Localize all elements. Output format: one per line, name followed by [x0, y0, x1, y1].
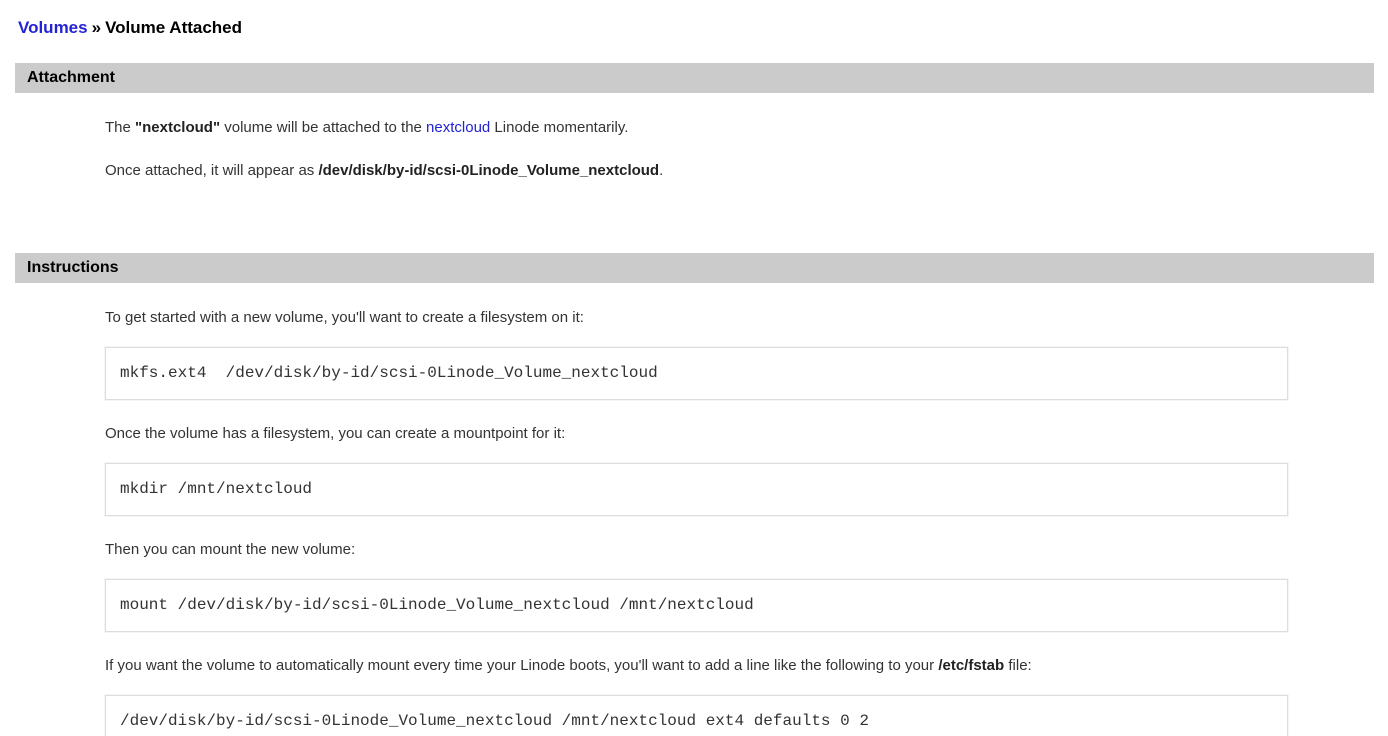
fstab-path: /etc/fstab — [938, 657, 1004, 674]
instructions-section-header: Instructions — [15, 253, 1374, 283]
volume-name: "nextcloud" — [135, 119, 220, 136]
attachment-status-line: The "nextcloud" volume will be attached … — [105, 118, 1288, 137]
volume-attached-page: Volumes»Volume Attached Attachment The "… — [0, 0, 1388, 736]
mkdir-command-codebox: mkdir /mnt/nextcloud — [105, 463, 1288, 516]
attachment-section-body: The "nextcloud" volume will be attached … — [15, 93, 1374, 201]
text-segment: If you want the volume to automatically … — [105, 657, 938, 674]
attachment-section-title: Attachment — [27, 69, 115, 86]
breadcrumb-separator: » — [92, 18, 101, 37]
attachment-device-line: Once attached, it will appear as /dev/di… — [105, 161, 1288, 180]
text-segment: The — [105, 119, 135, 136]
breadcrumb-current-page: Volume Attached — [105, 18, 242, 37]
text-segment: Once attached, it will appear as — [105, 162, 318, 179]
text-segment: volume will be attached to the — [220, 119, 426, 136]
device-path: /dev/disk/by-id/scsi-0Linode_Volume_next… — [318, 162, 659, 179]
mount-command-codebox: mount /dev/disk/by-id/scsi-0Linode_Volum… — [105, 579, 1288, 632]
instructions-step2-text: Once the volume has a filesystem, you ca… — [105, 424, 1288, 443]
breadcrumb: Volumes»Volume Attached — [18, 18, 1374, 38]
mkfs-command-codebox: mkfs.ext4 /dev/disk/by-id/scsi-0Linode_V… — [105, 347, 1288, 400]
instructions-step1-text: To get started with a new volume, you'll… — [105, 308, 1288, 327]
instructions-step4-text: If you want the volume to automatically … — [105, 656, 1288, 675]
text-segment: Linode momentarily. — [490, 119, 628, 136]
text-segment: file: — [1004, 657, 1032, 674]
instructions-step3-text: Then you can mount the new volume: — [105, 540, 1288, 559]
text-segment: . — [659, 162, 663, 179]
breadcrumb-volumes-link[interactable]: Volumes — [18, 18, 88, 37]
instructions-section-title: Instructions — [27, 259, 119, 276]
fstab-line-codebox: /dev/disk/by-id/scsi-0Linode_Volume_next… — [105, 695, 1288, 736]
linode-link[interactable]: nextcloud — [426, 119, 490, 136]
attachment-section-header: Attachment — [15, 63, 1374, 93]
instructions-section-body: To get started with a new volume, you'll… — [15, 283, 1374, 736]
